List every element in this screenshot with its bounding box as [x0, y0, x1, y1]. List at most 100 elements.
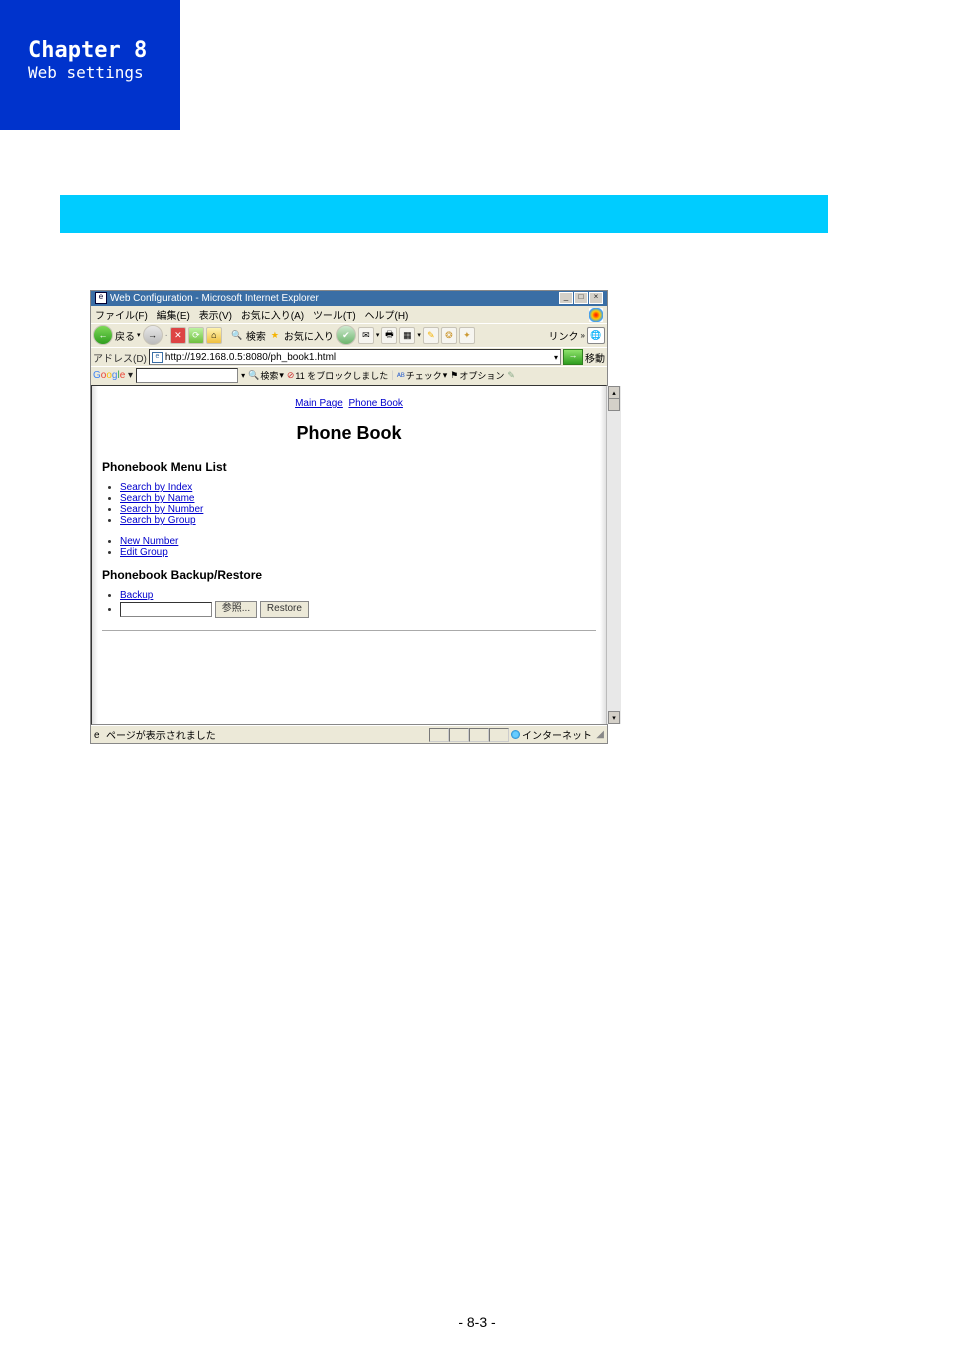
favorites-star-icon: ★: [268, 328, 282, 343]
research-button[interactable]: ❂: [441, 327, 457, 344]
google-search-input[interactable]: [136, 368, 238, 383]
popup-block-icon: ⊘: [287, 370, 295, 381]
favorites-button-label[interactable]: お気に入り: [284, 328, 334, 343]
windows-logo-icon: [589, 308, 603, 322]
status-panes: インターネット ◢: [429, 727, 604, 742]
google-check-button[interactable]: ᴬᴮチェック ▾: [397, 369, 447, 382]
google-search-icon: 🔍: [248, 370, 259, 381]
breadcrumb-phonebook-link[interactable]: Phone Book: [348, 398, 403, 409]
list-item: New Number: [120, 536, 596, 547]
status-page-icon: e: [94, 730, 104, 740]
page-favicon-icon: e: [152, 352, 163, 363]
status-pane: [469, 728, 489, 742]
google-logo[interactable]: Google ▾: [93, 370, 133, 381]
list-item: Search by Index: [120, 482, 596, 493]
browse-button[interactable]: 参照...: [215, 601, 257, 618]
messenger-button[interactable]: ✦: [459, 327, 475, 344]
list-item: Search by Name: [120, 493, 596, 504]
status-pane: [449, 728, 469, 742]
backup-restore-list: Backup 参照... Restore: [120, 590, 596, 618]
content-divider: [102, 630, 596, 631]
list-item: Backup: [120, 590, 596, 601]
google-search-button[interactable]: 🔍検索 ▾: [248, 369, 284, 382]
restore-file-input[interactable]: [120, 602, 212, 617]
new-number-link[interactable]: New Number: [120, 536, 178, 547]
address-url: http://192.168.0.5:8080/ph_book1.html: [165, 352, 336, 363]
search-by-group-link[interactable]: Search by Group: [120, 515, 196, 526]
print-button[interactable]: 🖶: [381, 327, 397, 344]
discuss-button[interactable]: ✎: [423, 327, 439, 344]
scroll-thumb[interactable]: [608, 398, 620, 411]
list-item: 参照... Restore: [120, 601, 596, 618]
backup-link[interactable]: Backup: [120, 590, 153, 601]
doc-sidebar-header: Chapter 8 Web settings: [0, 0, 180, 130]
ie-toolbar: ← 戻る ▾ → · ✕ ⟳ ⌂ 🔍 検索 ★ お気に入り ✔ ✉ ▾ 🖶 ▦ …: [91, 323, 607, 347]
edit-dropdown-icon[interactable]: ▾: [417, 331, 421, 339]
list-item: Edit Group: [120, 547, 596, 558]
address-input[interactable]: e http://192.168.0.5:8080/ph_book1.html …: [149, 349, 561, 365]
ie-titlebar: e Web Configuration - Microsoft Internet…: [91, 291, 607, 306]
menu-tools[interactable]: ツール(T): [313, 311, 356, 322]
google-toolbar: Google ▾ ▾ 🔍検索 ▾ ⊘11 をブロックしました | ᴬᴮチェック …: [91, 366, 607, 385]
resize-grip-icon[interactable]: ◢: [594, 729, 604, 740]
google-options-button[interactable]: ⚑オプション: [450, 369, 504, 382]
content-scrollbar[interactable]: ▴ ▾: [606, 386, 621, 724]
backup-restore-heading: Phonebook Backup/Restore: [102, 568, 596, 582]
breadcrumb-main-link[interactable]: Main Page: [295, 398, 343, 409]
search-by-index-link[interactable]: Search by Index: [120, 482, 192, 493]
phonebook-menu-heading: Phonebook Menu List: [102, 460, 596, 474]
links-label[interactable]: リンク: [549, 328, 579, 343]
section-bar: [60, 195, 828, 233]
status-zone[interactable]: インターネット: [509, 727, 594, 742]
google-autolink-button[interactable]: ✎: [507, 370, 515, 381]
breadcrumb: Main Page Phone Book: [102, 398, 596, 409]
search-button-label[interactable]: 検索: [246, 328, 266, 343]
stop-button[interactable]: ✕: [170, 327, 186, 344]
mail-button[interactable]: ✉: [358, 327, 374, 344]
go-label: 移動: [585, 350, 605, 365]
menu-edit[interactable]: 編集(E): [157, 311, 190, 322]
options-icon: ⚑: [450, 370, 458, 381]
ie-window-title: Web Configuration - Microsoft Internet E…: [110, 293, 319, 304]
back-button[interactable]: ←: [93, 325, 113, 345]
address-dropdown-icon[interactable]: ▾: [554, 353, 558, 362]
links-expand-icon[interactable]: »: [581, 331, 585, 340]
edit-button[interactable]: ▦: [399, 327, 415, 344]
search-by-name-link[interactable]: Search by Name: [120, 493, 194, 504]
page-title: Phone Book: [102, 423, 596, 444]
mail-dropdown-icon[interactable]: ▾: [376, 331, 380, 339]
chapter-subtitle: Web settings: [0, 63, 180, 82]
restore-button[interactable]: Restore: [260, 601, 309, 618]
maximize-button[interactable]: □: [574, 292, 588, 304]
history-button[interactable]: ✔: [336, 325, 356, 345]
minimize-button[interactable]: _: [559, 292, 573, 304]
ie-content-area: Main Page Phone Book Phone Book Phoneboo…: [91, 385, 607, 725]
forward-button[interactable]: →: [143, 325, 163, 345]
search-by-number-link[interactable]: Search by Number: [120, 504, 203, 515]
close-button[interactable]: ×: [589, 292, 603, 304]
menu-favorites[interactable]: お気に入り(A): [241, 311, 304, 322]
menu-view[interactable]: 表示(V): [199, 311, 232, 322]
google-popup-blocker[interactable]: ⊘11 をブロックしました: [287, 369, 388, 382]
ie-address-bar: アドレス(D) e http://192.168.0.5:8080/ph_boo…: [91, 347, 607, 366]
ie-menubar: ファイル(F) 編集(E) 表示(V) お気に入り(A) ツール(T) ヘルプ(…: [91, 306, 607, 323]
list-item: Search by Number: [120, 504, 596, 515]
ie-window: e Web Configuration - Microsoft Internet…: [90, 290, 608, 744]
menu-help[interactable]: ヘルプ(H): [365, 311, 409, 322]
scroll-down-button[interactable]: ▾: [608, 711, 620, 724]
phonebook-menu-list: Search by Index Search by Name Search by…: [120, 482, 596, 526]
phonebook-action-list: New Number Edit Group: [120, 536, 596, 558]
google-search-dropdown-icon[interactable]: ▾: [241, 371, 245, 380]
home-button[interactable]: ⌂: [206, 327, 222, 344]
ie-title-icon: e: [95, 292, 107, 304]
status-pane: [489, 728, 509, 742]
status-pane: [429, 728, 449, 742]
back-label: 戻る: [115, 328, 135, 343]
refresh-button[interactable]: ⟳: [188, 327, 204, 344]
page-number: - 8-3 -: [0, 1314, 954, 1330]
list-item: Search by Group: [120, 515, 596, 526]
edit-group-link[interactable]: Edit Group: [120, 547, 168, 558]
back-dropdown-icon[interactable]: ▾: [137, 331, 141, 339]
go-button[interactable]: →: [563, 349, 583, 365]
menu-file[interactable]: ファイル(F): [95, 311, 148, 322]
